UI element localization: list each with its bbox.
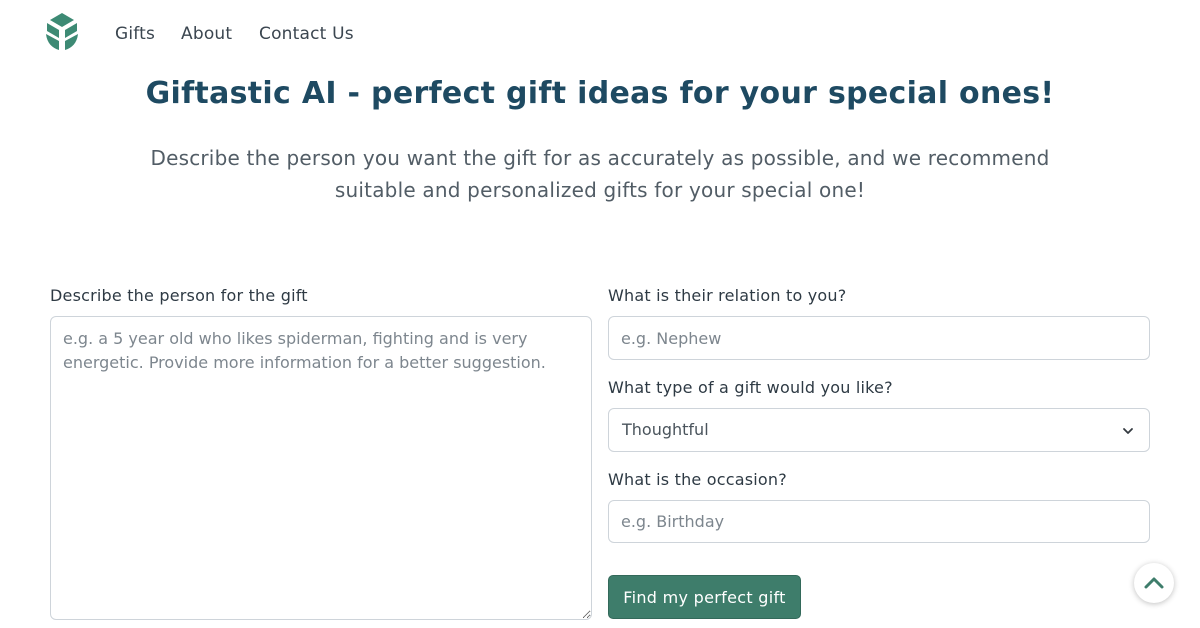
nav-link-gifts[interactable]: Gifts	[115, 24, 155, 44]
gift-type-label: What type of a gift would you like?	[608, 378, 893, 397]
top-nav: Gifts About Contact Us	[0, 0, 1200, 70]
chevron-up-icon	[1144, 577, 1164, 589]
nav-link-about[interactable]: About	[181, 24, 232, 44]
gift-type-select[interactable]: Thoughtful	[608, 408, 1150, 452]
nav-link-contact-us[interactable]: Contact Us	[259, 24, 354, 44]
page-subtitle: Describe the person you want the gift fo…	[150, 146, 1050, 202]
leaf-cube-logo-icon[interactable]	[44, 12, 80, 52]
relation-label: What is their relation to you?	[608, 286, 847, 305]
occasion-label: What is the occasion?	[608, 470, 787, 489]
occasion-input[interactable]	[608, 500, 1150, 543]
person-description-textarea[interactable]	[50, 316, 592, 620]
page-title: Giftastic AI - perfect gift ideas for yo…	[145, 76, 1055, 111]
chevron-down-icon	[1123, 428, 1133, 434]
scroll-to-top-button[interactable]	[1134, 563, 1174, 603]
find-gift-button[interactable]: Find my perfect gift	[608, 575, 801, 619]
relation-input[interactable]	[608, 316, 1150, 360]
gift-type-selected-value: Thoughtful	[622, 420, 709, 439]
person-description-label: Describe the person for the gift	[50, 286, 308, 305]
